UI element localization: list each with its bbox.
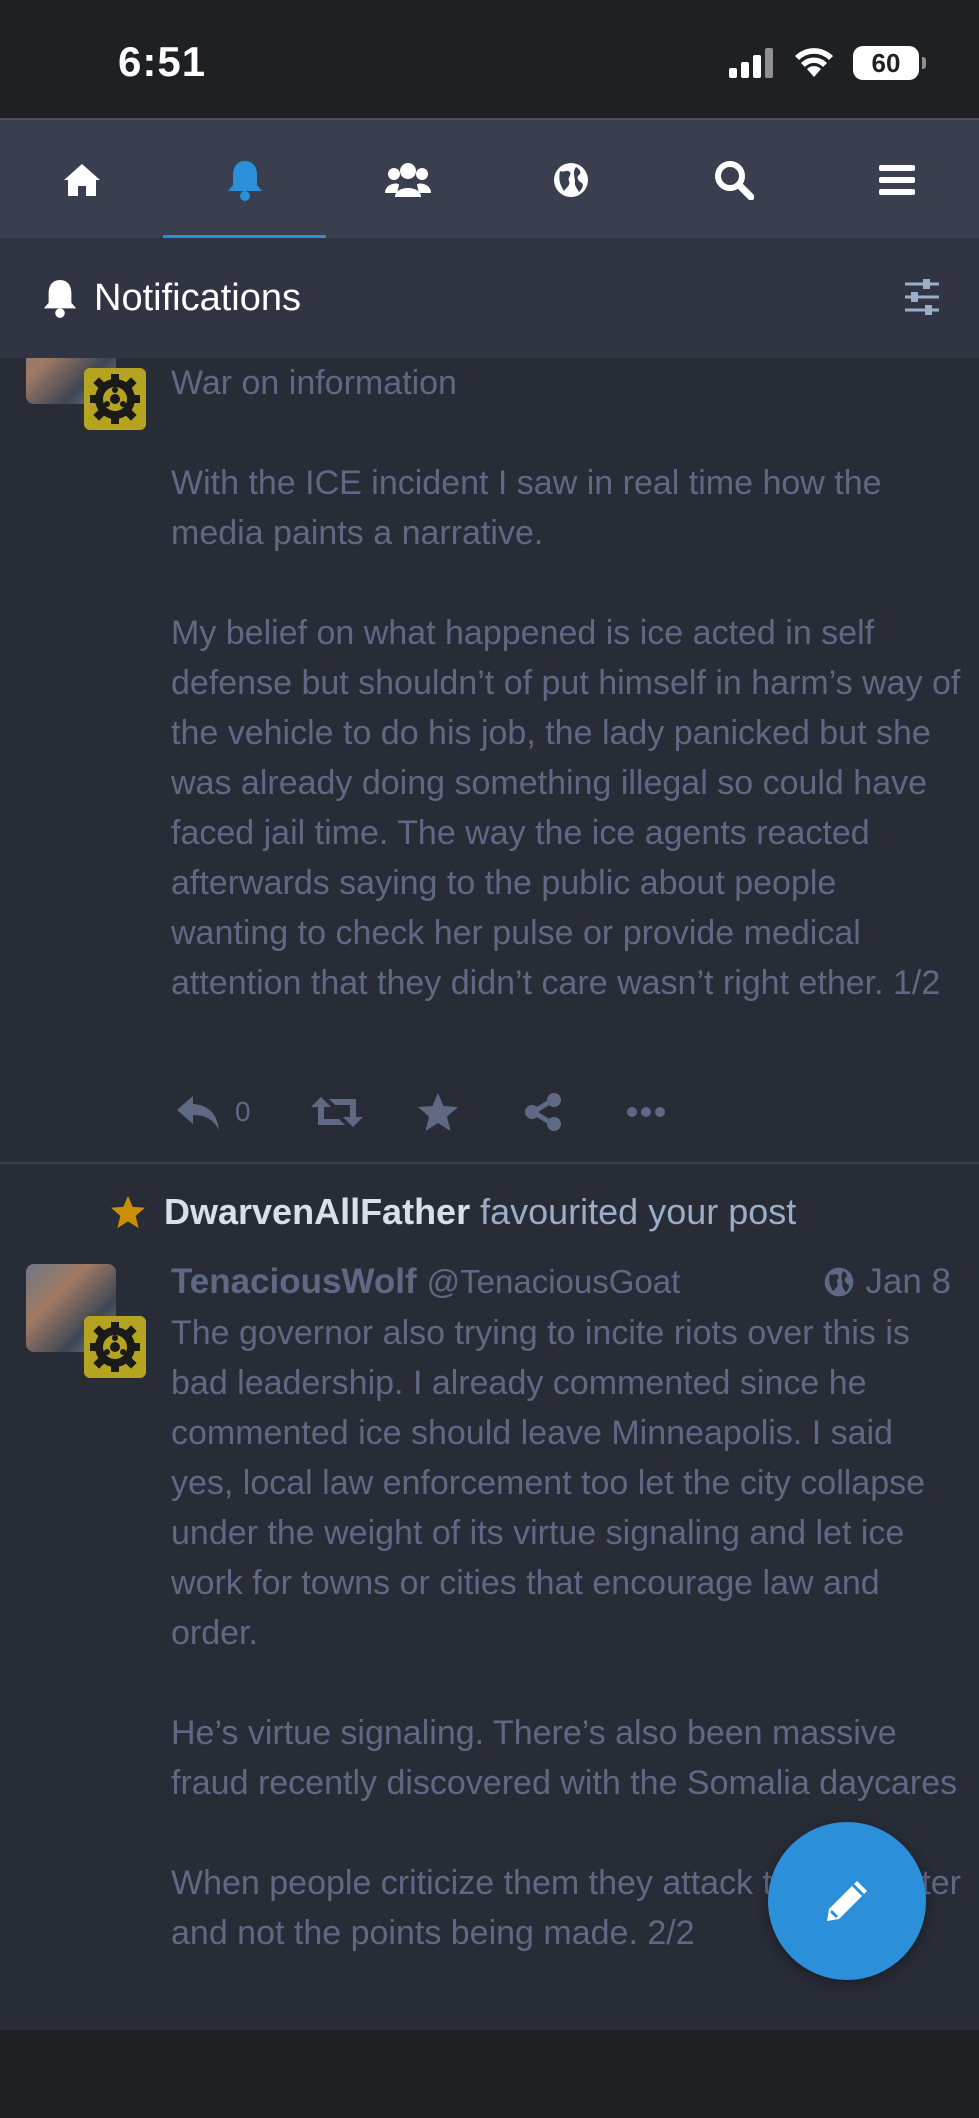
post-date[interactable]: Jan 8 (865, 1262, 951, 1302)
share-icon (525, 1093, 561, 1131)
tab-menu[interactable] (816, 120, 979, 240)
author-display-name[interactable]: TenaciousWolf (171, 1262, 417, 1302)
status-icons: 60 (729, 46, 926, 80)
bell-icon (43, 280, 77, 318)
cellular-signal-icon (729, 48, 773, 78)
star-icon (418, 1093, 458, 1131)
boost-button[interactable] (311, 1082, 363, 1142)
battery-indicator: 60 (853, 46, 926, 80)
compose-button[interactable] (768, 1822, 926, 1980)
column-header: Notifications (0, 238, 979, 358)
notification-account[interactable]: DwarvenAllFather (164, 1191, 470, 1233)
author-handle[interactable]: @TenaciousGoat (427, 1263, 681, 1301)
home-icon (63, 164, 100, 196)
star-icon (111, 1195, 145, 1229)
wifi-icon (795, 48, 833, 77)
globe-icon (825, 1267, 854, 1297)
bell-icon (227, 161, 262, 201)
tab-search[interactable] (653, 120, 816, 240)
notifications-feed[interactable]: War on information With the ICE incident… (0, 358, 979, 2030)
post-author-avatar[interactable] (26, 358, 146, 436)
top-navigation (0, 118, 979, 240)
gear-badge-icon (84, 1316, 146, 1378)
post-action-bar: 0 (171, 1082, 771, 1142)
tab-notifications[interactable] (163, 120, 327, 240)
tab-home[interactable] (0, 120, 163, 240)
status-bar: 6:51 60 (0, 0, 979, 118)
reply-count: 0 (235, 1096, 251, 1127)
notification-summary: DwarvenAllFather favourited your post (110, 1182, 796, 1242)
page-title: Notifications (94, 276, 301, 319)
ellipsis-icon (627, 1107, 665, 1117)
post-author-avatar[interactable] (26, 1264, 146, 1384)
globe-icon (554, 163, 589, 197)
tab-local-timeline[interactable] (326, 120, 489, 240)
reply-button[interactable]: 0 (175, 1082, 251, 1142)
gear-badge-icon (84, 368, 146, 430)
status-time: 6:51 (118, 38, 207, 85)
reply-icon (177, 1096, 219, 1130)
search-icon (715, 161, 755, 200)
bottom-safe-area (0, 2030, 979, 2118)
sliders-icon (905, 279, 939, 315)
favourite-button[interactable] (417, 1082, 459, 1142)
pencil-icon (827, 1881, 867, 1921)
column-settings-button[interactable] (903, 278, 941, 321)
share-button[interactable] (523, 1082, 563, 1142)
post-header: TenaciousWolf @TenaciousGoat Jan 8 (171, 1256, 951, 1308)
tab-federated-timeline[interactable] (490, 120, 653, 240)
more-options-button[interactable] (627, 1082, 665, 1142)
menu-icon (879, 165, 916, 195)
boost-icon (311, 1097, 363, 1127)
notification-action: favourited your post (480, 1191, 797, 1232)
divider (0, 1162, 979, 1164)
post-meta: Jan 8 (823, 1256, 951, 1308)
post-content: War on information With the ICE incident… (171, 364, 961, 1002)
users-icon (384, 163, 431, 197)
